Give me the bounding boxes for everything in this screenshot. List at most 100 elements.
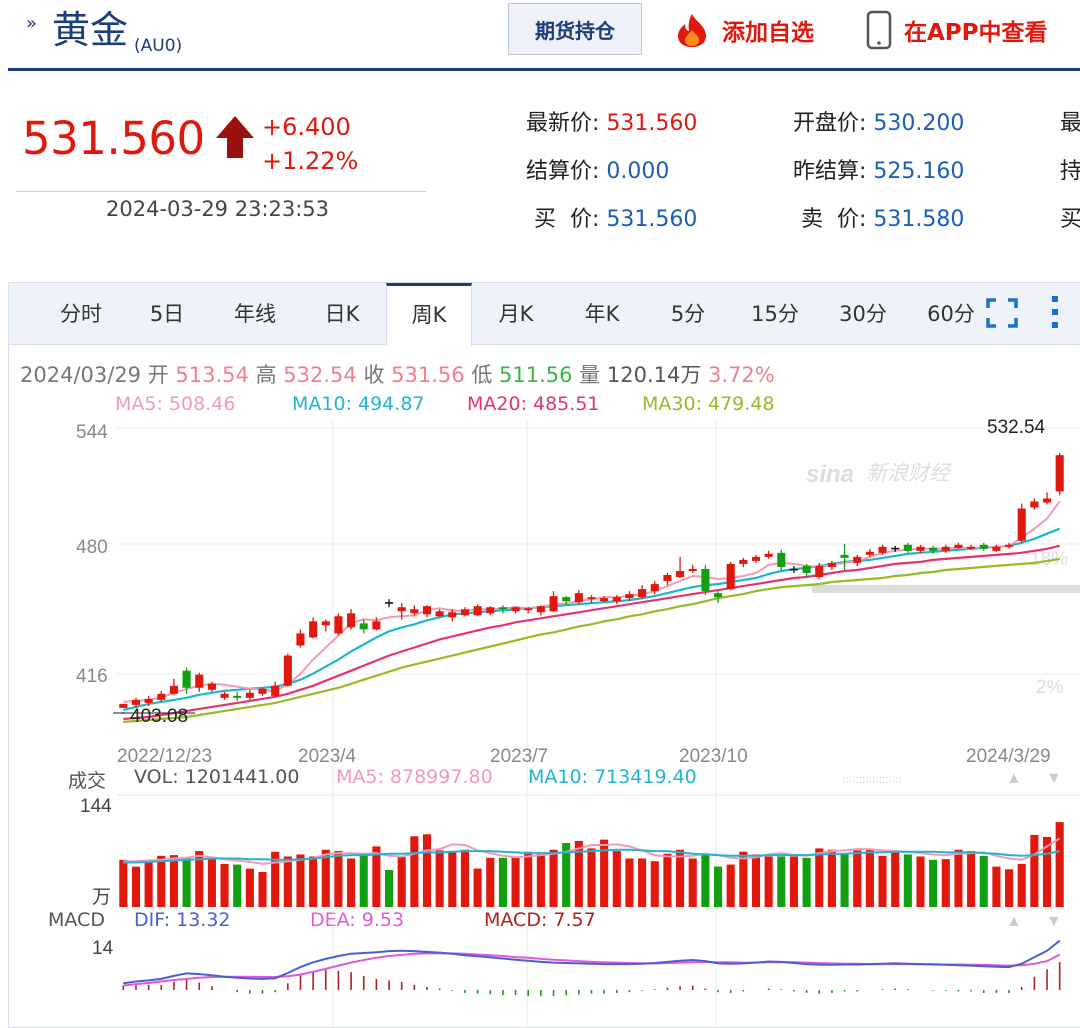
volume-bar: [979, 855, 988, 907]
volume-bar: [827, 849, 836, 907]
candle-body: [663, 575, 672, 582]
candle-body: [802, 565, 811, 573]
candle-body: [448, 612, 457, 618]
candle-body: [992, 546, 1001, 551]
volume-bar: [422, 834, 432, 907]
volume-bar: [713, 866, 723, 907]
volume-bar: [764, 856, 773, 907]
volume-bar: [789, 856, 799, 907]
candle-body: [1005, 544, 1014, 547]
candle-body: [131, 699, 141, 705]
volume-bar: [587, 848, 596, 907]
volume-bar: [625, 858, 634, 907]
volume-bar: [650, 861, 659, 907]
candle-body: [384, 602, 394, 604]
candle-body: [929, 547, 938, 551]
candle-body: [891, 547, 900, 550]
min-price-label: 403.08: [130, 706, 188, 727]
candle-body: [296, 633, 305, 646]
max-price-label: 532.54: [987, 417, 1046, 438]
volume-bar: [410, 836, 419, 907]
scroll-up-icon: ▲: [1006, 770, 1022, 787]
page: { "header": { "title": "黄金", "code": "(A…: [0, 0, 1080, 1028]
candle-body: [903, 544, 912, 551]
volume-bar: [347, 858, 356, 907]
candle-body: [878, 546, 887, 553]
volume-bar: [941, 859, 950, 907]
volume-bar: [460, 849, 470, 907]
volume-bar: [549, 849, 558, 907]
candle-body: [840, 554, 849, 558]
volume-bar: [207, 859, 216, 907]
volume-bar: [144, 862, 153, 907]
volume-bar: [157, 855, 166, 907]
volume-bar: [524, 851, 533, 907]
volume-unit-label: 万: [92, 887, 111, 908]
candle-body: [612, 597, 621, 602]
volume-bar: [283, 856, 292, 907]
dea-line: [123, 952, 1061, 987]
candle-body: [562, 597, 571, 602]
volume-bar: [1055, 822, 1064, 907]
macd-tick-label: 14: [92, 938, 114, 959]
volume-bar: [309, 856, 318, 907]
candle-body: [650, 584, 659, 592]
candle-body: [536, 606, 545, 613]
candle-body: [321, 621, 330, 626]
volume-bar: [638, 858, 647, 907]
volume-bar: [701, 853, 710, 907]
volume-bar: [726, 864, 735, 907]
price-band: [812, 585, 1080, 593]
volume-bar: [688, 858, 697, 907]
candle-body: [600, 598, 609, 602]
price-tick-label: 544: [76, 422, 108, 443]
price-tick-label: 416: [76, 666, 108, 687]
candle-body: [574, 593, 583, 603]
candle-body: [1055, 455, 1064, 492]
candle-body: [549, 596, 558, 612]
volume-bar: [992, 866, 1001, 907]
pct-tick-label: 2%: [1036, 677, 1064, 698]
volume-bar: [498, 857, 507, 907]
volume-bar: [448, 851, 457, 907]
date-axis-label: 2022/12/23: [117, 746, 212, 767]
volume-bar: [384, 869, 394, 907]
candle-body: [967, 546, 976, 549]
volume-bar: [536, 853, 545, 907]
volume-bar: [903, 854, 912, 907]
candle-body: [941, 546, 950, 551]
candle-body: [220, 693, 229, 698]
volume-bar: [182, 857, 191, 907]
volume-bar: [751, 854, 761, 907]
candle-body: [865, 551, 874, 555]
candle-body: [827, 562, 836, 567]
volume-bar: [169, 855, 178, 907]
volume-bar: [1030, 834, 1039, 907]
candle-body: [1042, 498, 1052, 503]
candle-body: [271, 685, 280, 696]
sina-logo: sina: [806, 461, 854, 488]
volume-bar: [359, 854, 368, 907]
volume-bar: [258, 871, 267, 907]
volume-bar: [296, 854, 305, 907]
candle-body: [498, 607, 507, 610]
candle-body: [1017, 508, 1026, 541]
candle-body: [195, 674, 204, 688]
scroll-down-icon: ▼: [1046, 913, 1062, 930]
candle-body: [473, 606, 482, 616]
candle-body: [422, 606, 432, 615]
ma30-line: [123, 557, 1060, 724]
candle-body: [916, 546, 925, 551]
candle-body: [435, 611, 444, 617]
volume-bar: [119, 859, 128, 907]
candle-body: [410, 609, 419, 614]
candle-body: [726, 563, 735, 590]
volume-bar: [853, 850, 862, 907]
price-tick-label: 480: [76, 537, 108, 558]
volume-bar: [891, 851, 900, 907]
kline-chart[interactable]: 54448041618%2%sina 新浪财经532.54403.082022/1…: [0, 0, 1080, 1028]
volume-tick-label: 144: [80, 796, 112, 817]
date-axis-label: 2024/3/29: [966, 746, 1051, 767]
volume-bar: [777, 856, 786, 907]
candle-body: [397, 607, 406, 612]
